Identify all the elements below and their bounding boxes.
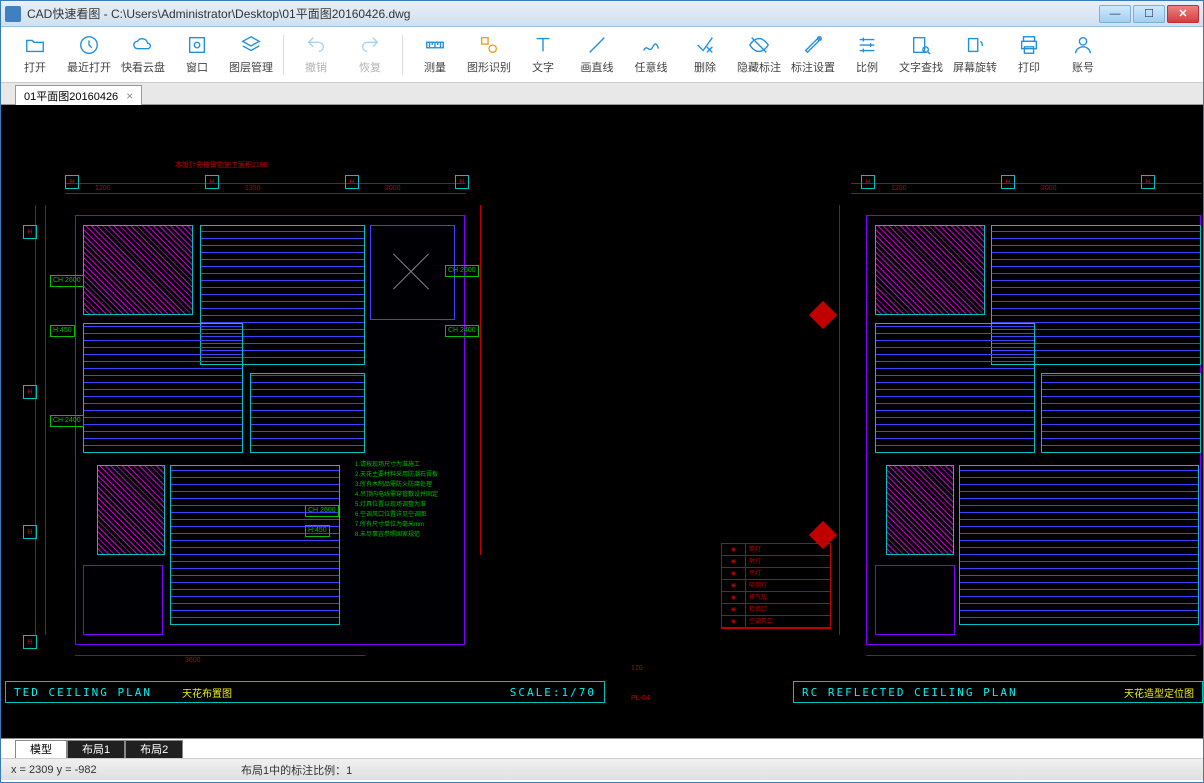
- window-icon: [186, 34, 208, 56]
- window-title: CAD快速看图 - C:\Users\Administrator\Desktop…: [27, 5, 1099, 22]
- document-tabbar: 01平面图20160426 ×: [1, 83, 1203, 105]
- tool-label: 打印: [1018, 59, 1040, 75]
- drawing-notes: 1.请按现场尺寸为准施工2.天花主要材料采用防潮石膏板3.所有木制品需防火防腐处…: [355, 460, 438, 540]
- print-icon: [1018, 34, 1040, 56]
- tool-label: 屏幕旋转: [953, 59, 997, 75]
- plan-type-label: RC REFLECTED CEILING PLAN: [802, 686, 1018, 699]
- annoset-icon: [802, 34, 824, 56]
- main-toolbar: 打开 最近打开快看云盘 窗口 图层管理 撤销 恢复 测量 图形识别 文字 画直线 任意线 删除 隐藏标注…: [1, 27, 1203, 83]
- tool-layers[interactable]: 图层管理: [225, 30, 277, 80]
- document-tab[interactable]: 01平面图20160426 ×: [15, 85, 142, 105]
- tool-recognize[interactable]: 图形识别: [463, 30, 515, 80]
- cloud-icon: [132, 34, 154, 56]
- tool-label: 比例: [856, 59, 878, 75]
- maximize-button[interactable]: ☐: [1133, 5, 1165, 23]
- account-icon: [1072, 34, 1094, 56]
- hideanno-icon: [748, 34, 770, 56]
- coordinate-readout: x = 2309 y = -982: [11, 764, 211, 776]
- rotate-icon: [964, 34, 986, 56]
- tool-window[interactable]: 窗口: [171, 30, 223, 80]
- tool-label: 打开: [24, 59, 46, 75]
- delete-icon: [694, 34, 716, 56]
- tool-scale[interactable]: 比例: [841, 30, 893, 80]
- tool-undo: 撤销: [290, 30, 342, 80]
- tool-label: 图层管理: [229, 59, 273, 75]
- tool-label: 最近打开: [67, 59, 111, 75]
- tool-label: 测量: [424, 59, 446, 75]
- tool-label: 撤销: [305, 59, 327, 75]
- legend-table: ◉筒灯◉射灯◉吊灯◉吸顶灯◉排气扇◉检修口◉空调风口: [721, 543, 831, 629]
- statusbar: x = 2309 y = -982 布局1中的标注比例：1: [1, 758, 1203, 780]
- tool-redo: 恢复: [344, 30, 396, 80]
- layout-tab-0[interactable]: 模型: [15, 740, 67, 758]
- floorplan-left: 本設計需按實物施工面积2160 H H H H H H H H 1200 135…: [5, 165, 515, 685]
- tool-annoset[interactable]: 标注设置: [787, 30, 839, 80]
- titlebar: CAD快速看图 - C:\Users\Administrator\Desktop…: [1, 1, 1203, 27]
- drawing2-title-strip: RC REFLECTED CEILING PLAN 天花造型定位图: [793, 681, 1203, 703]
- tool-hideanno[interactable]: 隐藏标注: [733, 30, 785, 80]
- open-icon: [24, 34, 46, 56]
- status-note: 布局1中的标注比例：1: [241, 762, 352, 778]
- tool-line[interactable]: 画直线: [571, 30, 623, 80]
- line-icon: [586, 34, 608, 56]
- findtext-icon: [910, 34, 932, 56]
- app-icon: [5, 6, 21, 22]
- plan-name-label: 天花造型定位图: [1124, 685, 1194, 700]
- tool-label: 账号: [1072, 59, 1094, 75]
- tool-label: 窗口: [186, 59, 208, 75]
- scale-label: SCALE:1/70: [510, 686, 596, 699]
- layout-tab-1[interactable]: 布局1: [67, 740, 125, 758]
- layout-tabbar: 模型布局1布局2: [1, 738, 1203, 758]
- tool-account[interactable]: 账号: [1057, 30, 1109, 80]
- document-tab-label: 01平面图20160426: [24, 88, 118, 104]
- drawing1-title-strip: TED CEILING PLAN 天花布置图 SCALE:1/70: [5, 681, 605, 703]
- tool-label: 画直线: [581, 59, 614, 75]
- tool-text[interactable]: 文字: [517, 30, 569, 80]
- recent-icon: [78, 34, 100, 56]
- minimize-button[interactable]: —: [1099, 5, 1131, 23]
- freeline-icon: [640, 34, 662, 56]
- tool-label: 标注设置: [791, 59, 835, 75]
- window-controls: — ☐ ✕: [1099, 5, 1199, 23]
- tool-cloud[interactable]: 快看云盘: [117, 30, 169, 80]
- tool-label: 快看云盘: [121, 59, 165, 75]
- redo-icon: [359, 34, 381, 56]
- tool-print[interactable]: 打印: [1003, 30, 1055, 80]
- tool-label: 恢复: [359, 59, 381, 75]
- tool-findtext[interactable]: 文字查找: [895, 30, 947, 80]
- tool-label: 文字查找: [899, 59, 943, 75]
- tool-label: 文字: [532, 59, 554, 75]
- tool-rotate[interactable]: 屏幕旋转: [949, 30, 1001, 80]
- tool-open[interactable]: 打开: [9, 30, 61, 80]
- plan-type-label: TED CEILING PLAN: [14, 686, 152, 699]
- floorplan-right: H H H 1200 2000: [831, 165, 1201, 685]
- text-icon: [532, 34, 554, 56]
- tool-recent[interactable]: 最近打开: [63, 30, 115, 80]
- tool-freeline[interactable]: 任意线: [625, 30, 677, 80]
- tool-measure[interactable]: 测量: [409, 30, 461, 80]
- drawing-canvas[interactable]: 本設計需按實物施工面积2160 H H H H H H H H 1200 135…: [1, 105, 1203, 738]
- plan-name-label: 天花布置图: [182, 685, 232, 700]
- undo-icon: [305, 34, 327, 56]
- measure-icon: [424, 34, 446, 56]
- tab-close-icon[interactable]: ×: [126, 89, 133, 103]
- tool-delete[interactable]: 删除: [679, 30, 731, 80]
- scale-icon: [856, 34, 878, 56]
- layout-tab-2[interactable]: 布局2: [125, 740, 183, 758]
- recognize-icon: [478, 34, 500, 56]
- tool-label: 删除: [694, 59, 716, 75]
- tool-label: 图形识别: [467, 59, 511, 75]
- close-button[interactable]: ✕: [1167, 5, 1199, 23]
- tool-label: 隐藏标注: [737, 59, 781, 75]
- tool-label: 任意线: [635, 59, 668, 75]
- layers-icon: [240, 34, 262, 56]
